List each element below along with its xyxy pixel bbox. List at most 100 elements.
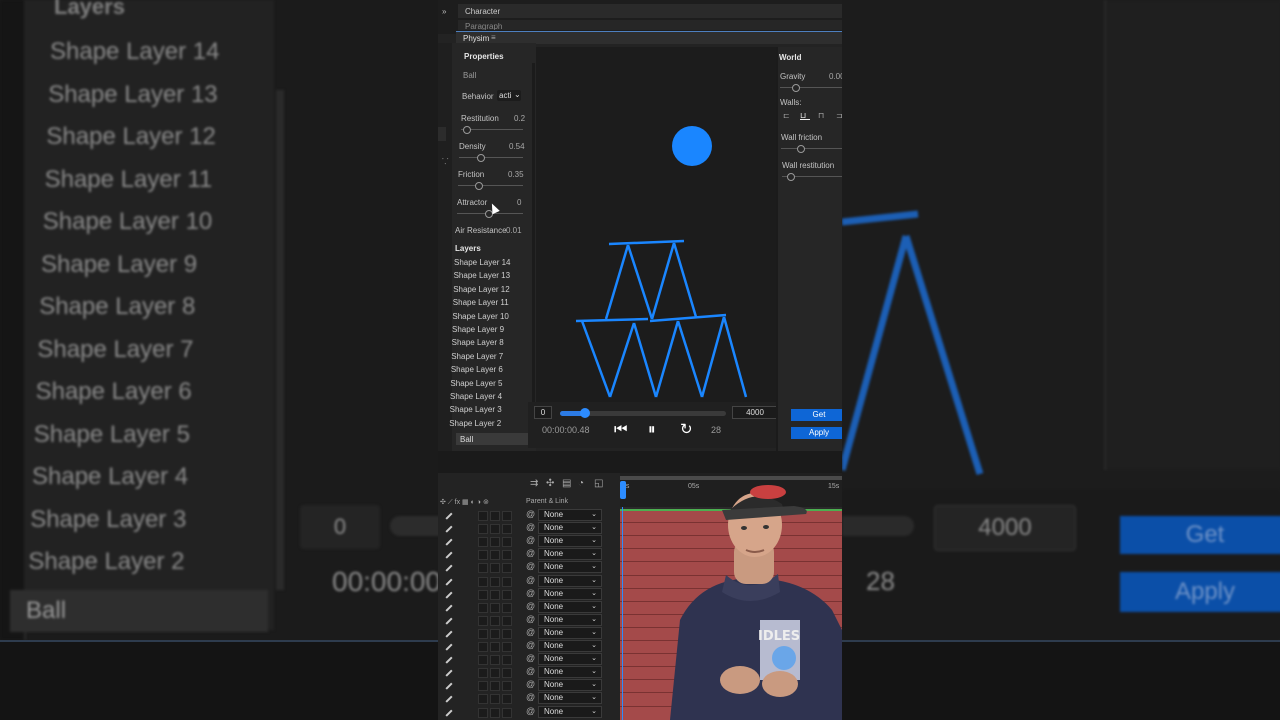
- tab-character[interactable]: Character: [458, 4, 842, 18]
- switch-box[interactable]: [490, 707, 500, 718]
- switch-box[interactable]: [490, 563, 500, 574]
- switch-box[interactable]: [502, 537, 512, 548]
- wall-friction-slider-knob[interactable]: [797, 145, 805, 153]
- pen-icon[interactable]: [445, 604, 453, 611]
- switch-box[interactable]: [502, 563, 512, 574]
- switch-box[interactable]: [502, 668, 512, 679]
- properties-scrollbar[interactable]: [532, 63, 535, 433]
- parent-dropdown[interactable]: None ⌄: [538, 574, 602, 587]
- parent-dropdown[interactable]: None ⌄: [538, 666, 602, 679]
- switch-box[interactable]: [478, 576, 488, 587]
- simulation-viewport[interactable]: [536, 47, 784, 402]
- switch-box[interactable]: [478, 681, 488, 692]
- switch-box[interactable]: [502, 642, 512, 652]
- pen-icon[interactable]: [445, 551, 453, 559]
- parent-dropdown[interactable]: None ⌄: [538, 535, 602, 548]
- friction-slider-track[interactable]: [458, 185, 523, 186]
- pick-whip-icon[interactable]: @: [526, 588, 535, 598]
- frame-blend-icon[interactable]: ▤: [562, 478, 571, 489]
- pen-icon[interactable]: [445, 669, 453, 677]
- pen-icon[interactable]: [445, 525, 453, 533]
- layer-item[interactable]: Shape Layer 2: [449, 419, 501, 428]
- switch-box[interactable]: [502, 511, 512, 521]
- wall-floor-icon[interactable]: ⊔: [800, 111, 810, 120]
- switch-box[interactable]: [502, 681, 512, 692]
- switch-box[interactable]: [502, 589, 512, 600]
- pen-icon[interactable]: [445, 538, 453, 546]
- timeline-layer-row[interactable]: @ None ⌄: [438, 652, 620, 666]
- switch-box[interactable]: [490, 655, 500, 666]
- switch-box[interactable]: [490, 615, 500, 626]
- pen-icon[interactable]: [445, 564, 453, 572]
- layer-item[interactable]: Shape Layer 5: [450, 379, 502, 388]
- timeline-layer-row[interactable]: @ None ⌄: [438, 678, 620, 692]
- pick-whip-icon[interactable]: @: [526, 692, 535, 702]
- switch-box[interactable]: [490, 511, 500, 521]
- layer-item[interactable]: Shape Layer 6: [451, 365, 503, 374]
- timeline-layer-row[interactable]: @ None ⌄: [438, 600, 620, 613]
- pen-icon[interactable]: [445, 682, 453, 690]
- friction-slider-knob[interactable]: [475, 182, 483, 190]
- layer-item[interactable]: Shape Layer 14: [454, 258, 511, 267]
- pick-whip-icon[interactable]: @: [526, 522, 535, 532]
- pen-icon[interactable]: [445, 656, 453, 664]
- restitution-slider-knob[interactable]: [463, 126, 471, 134]
- switch-box[interactable]: [502, 694, 512, 705]
- timeline-layer-row[interactable]: @ None ⌄: [438, 508, 620, 521]
- switch-box[interactable]: [478, 537, 488, 548]
- gravity-slider-track[interactable]: [780, 87, 842, 88]
- timeline-layer-row[interactable]: @ None ⌄: [438, 665, 620, 679]
- pen-icon[interactable]: [445, 591, 453, 598]
- switch-box[interactable]: [490, 642, 500, 652]
- switch-box[interactable]: [502, 628, 512, 639]
- layer-item[interactable]: Shape Layer 9: [452, 325, 504, 334]
- switch-box[interactable]: [502, 615, 512, 626]
- switch-box[interactable]: [490, 628, 500, 639]
- pick-whip-icon[interactable]: @: [526, 601, 535, 611]
- skip-to-start-icon[interactable]: ⏮: [614, 422, 628, 437]
- wall-right-icon[interactable]: ⊐: [836, 111, 842, 120]
- timeline-layer-row[interactable]: @ None ⌄: [438, 613, 620, 626]
- pick-whip-icon[interactable]: @: [526, 535, 535, 545]
- motion-blur-icon[interactable]: ◔: [578, 478, 584, 489]
- pick-whip-icon[interactable]: @: [526, 679, 535, 689]
- gravity-slider-knob[interactable]: [792, 84, 800, 92]
- pen-icon[interactable]: [445, 643, 453, 651]
- layer-item[interactable]: Shape Layer 12: [453, 285, 510, 294]
- pick-whip-icon[interactable]: @: [526, 575, 535, 585]
- layer-item[interactable]: Shape Layer 13: [454, 271, 511, 280]
- timeline-layer-row[interactable]: @ None ⌄: [438, 626, 620, 639]
- parent-dropdown[interactable]: None ⌄: [538, 613, 602, 626]
- parent-dropdown[interactable]: None ⌄: [538, 587, 602, 600]
- pick-whip-icon[interactable]: @: [526, 666, 535, 676]
- pick-whip-icon[interactable]: @: [526, 627, 535, 637]
- switch-box[interactable]: [478, 655, 488, 666]
- panel-menu-icon[interactable]: ≡: [491, 33, 496, 42]
- pick-whip-icon[interactable]: @: [526, 509, 535, 519]
- switch-box[interactable]: [502, 524, 512, 535]
- parent-dropdown[interactable]: None ⌄: [538, 640, 602, 652]
- graph-editor-icon[interactable]: ◱: [594, 478, 603, 489]
- density-slider-knob[interactable]: [477, 154, 485, 162]
- switch-box[interactable]: [490, 681, 500, 692]
- switch-box[interactable]: [490, 524, 500, 535]
- switch-box[interactable]: [478, 694, 488, 705]
- wall-left-icon[interactable]: ⊏: [783, 111, 793, 120]
- layer-item[interactable]: Shape Layer 8: [452, 338, 504, 347]
- switch-box[interactable]: [478, 524, 488, 535]
- timeline-layer-row[interactable]: @ None ⌄: [438, 574, 620, 587]
- pick-whip-icon[interactable]: @: [526, 548, 535, 558]
- start-frame-field[interactable]: 0: [534, 406, 552, 419]
- timeline-layer-row[interactable]: @ None ⌄: [438, 560, 620, 574]
- parent-dropdown[interactable]: None ⌄: [538, 626, 602, 639]
- hierarchy-icon[interactable]: ⸪: [442, 156, 449, 167]
- timeline-layer-row[interactable]: @ None ⌄: [438, 705, 620, 718]
- parent-dropdown[interactable]: None ⌄: [538, 548, 602, 561]
- end-frame-field[interactable]: 4000: [732, 406, 778, 419]
- switch-box[interactable]: [502, 550, 512, 561]
- loop-icon[interactable]: ↻: [680, 422, 693, 437]
- wall-top-icon[interactable]: ⊓: [818, 111, 828, 120]
- switch-box[interactable]: [478, 563, 488, 574]
- switch-box[interactable]: [478, 668, 488, 679]
- comp-flow-icon[interactable]: ⇉: [530, 478, 538, 489]
